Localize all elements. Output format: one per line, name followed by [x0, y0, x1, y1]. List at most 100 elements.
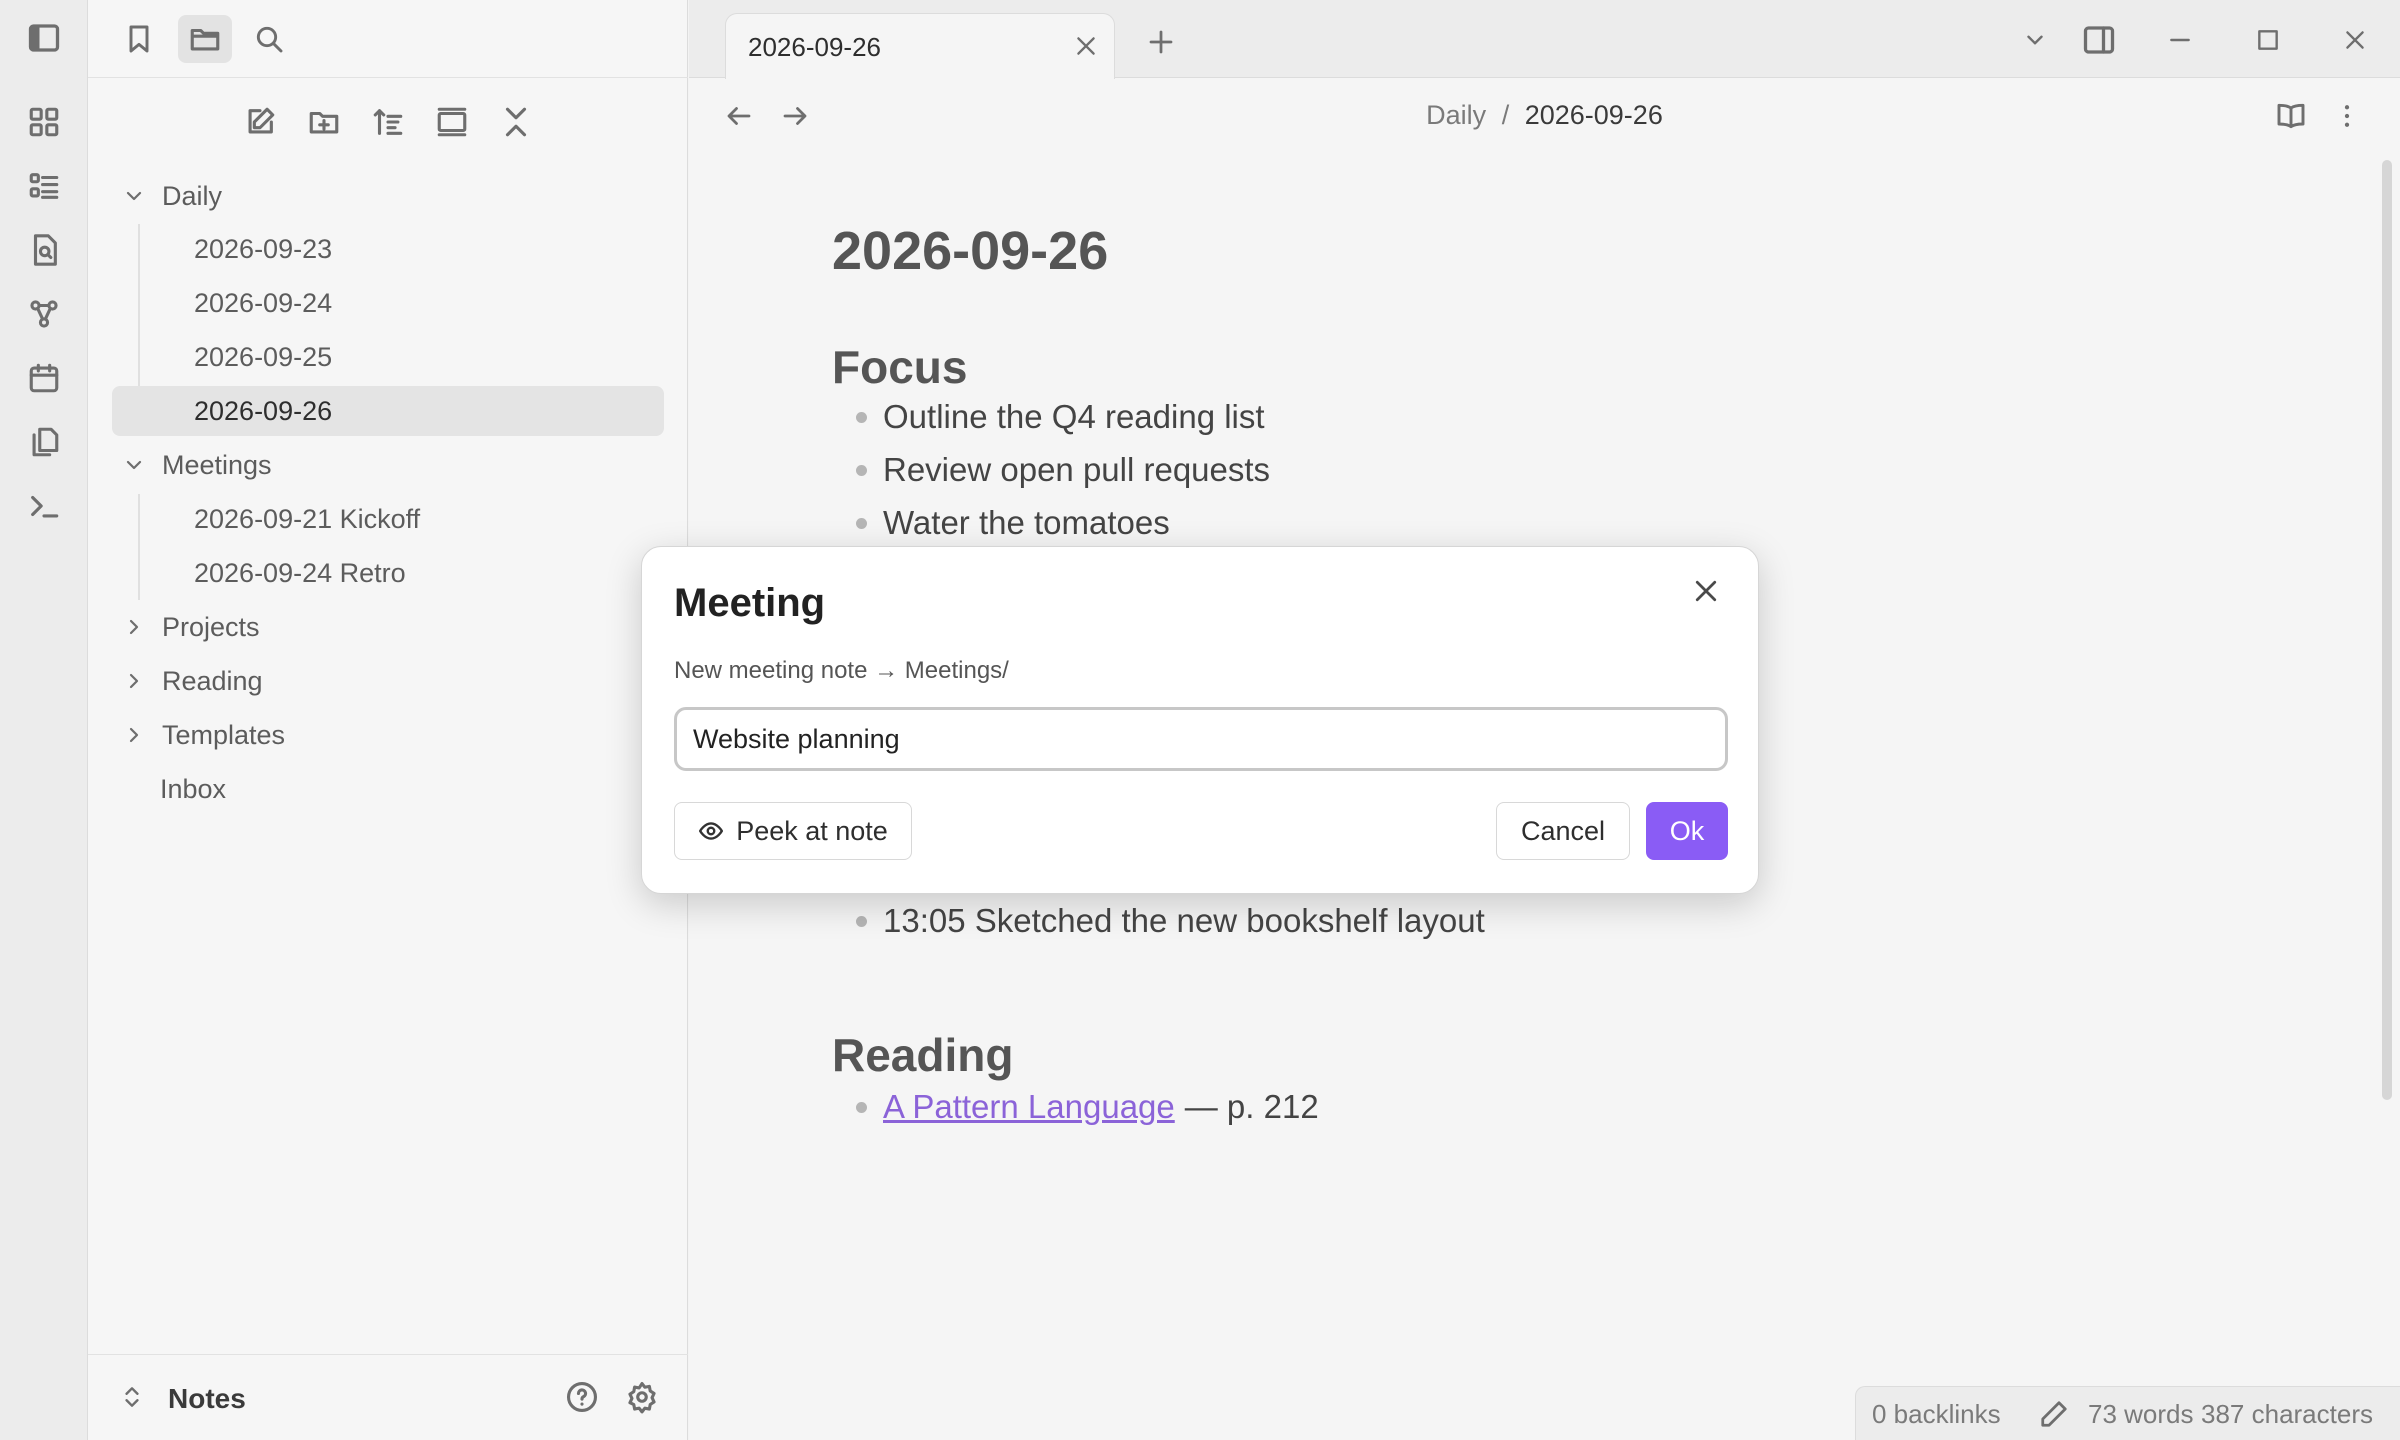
heading-focus: Focus	[832, 341, 968, 393]
edit-pencil-icon[interactable]	[2039, 1399, 2069, 1429]
chevron-right-icon	[114, 723, 154, 747]
outline-list-icon[interactable]	[24, 166, 64, 206]
right-sidebar-toggle-icon[interactable]	[2075, 16, 2123, 64]
modal-close-icon[interactable]	[1682, 567, 1730, 615]
collapse-all-icon[interactable]	[492, 98, 540, 146]
new-folder-icon[interactable]	[300, 98, 348, 146]
window-close-icon[interactable]	[2331, 16, 2379, 64]
bullet-icon	[856, 1101, 867, 1113]
tree-item-label: Meetings	[162, 449, 272, 480]
tree-file[interactable]: 2026-09-24 Retro	[112, 548, 664, 598]
tree-file[interactable]: 2026-09-23	[112, 224, 664, 274]
editor-scrollbar[interactable]	[2382, 160, 2392, 1100]
tab-title: 2026-09-26	[748, 32, 881, 62]
dashboard-icon[interactable]	[24, 102, 64, 142]
modal-title: Meeting	[674, 581, 826, 625]
meeting-modal: Meeting New meeting note → Meetings/ Pee…	[641, 546, 1759, 894]
tree-item-label: Daily	[162, 180, 223, 211]
sidebar-tab-header	[88, 0, 688, 78]
new-note-icon[interactable]	[236, 98, 284, 146]
sort-order-icon[interactable]	[364, 98, 412, 146]
character-count: 387 characters	[2201, 1399, 2373, 1429]
tree-folder-reading[interactable]: Reading	[112, 656, 664, 706]
breadcrumb-folder[interactable]: Daily	[1426, 100, 1486, 130]
link-suffix-text: — p. 212	[1184, 1088, 1319, 1125]
chevron-right-icon	[114, 669, 154, 693]
modal-description: New meeting note → Meetings/	[674, 657, 1009, 684]
auto-reveal-icon[interactable]	[428, 98, 476, 146]
breadcrumb-separator: /	[1501, 100, 1510, 130]
tree-item-label: 2026-09-26	[194, 395, 333, 426]
tree-item-label: Templates	[162, 719, 286, 750]
ok-button[interactable]: Ok	[1646, 802, 1728, 860]
tree-file-selected[interactable]: 2026-09-26	[112, 386, 664, 436]
file-explorer-sidebar: Daily 2026-09-23 2026-09-24 2026-09-25 2…	[88, 0, 688, 1440]
vault-switcher-bar: Notes	[88, 1354, 688, 1440]
peek-at-note-button[interactable]: Peek at note	[674, 802, 912, 860]
settings-gear-icon[interactable]	[618, 1373, 666, 1421]
cancel-button[interactable]: Cancel	[1496, 802, 1630, 860]
graph-view-icon[interactable]	[24, 294, 64, 334]
bookmark-icon[interactable]	[112, 15, 166, 63]
tree-item-label: Projects	[162, 611, 260, 642]
note-title[interactable]: 2026-09-26	[832, 220, 1108, 282]
chevron-down-icon	[114, 184, 154, 208]
tree-folder-meetings[interactable]: Meetings	[112, 440, 664, 490]
window-minimize-icon[interactable]	[2156, 16, 2204, 64]
tree-item-label: 2026-09-24 Retro	[194, 557, 406, 588]
chevron-down-icon	[114, 453, 154, 477]
vault-name[interactable]: Notes	[168, 1383, 246, 1415]
list-item: A Pattern Language — p. 212	[856, 1088, 1319, 1126]
file-search-icon[interactable]	[24, 230, 64, 270]
sidebar-toggle-icon[interactable]	[24, 18, 64, 58]
view-header: Daily / 2026-09-26	[689, 78, 2400, 154]
bullet-icon	[856, 915, 867, 927]
chevron-right-icon	[114, 615, 154, 639]
bullet-icon	[856, 464, 867, 476]
folder-icon[interactable]	[178, 15, 232, 63]
tab-list-chevron-icon[interactable]	[2011, 16, 2059, 64]
tree-folder-projects[interactable]: Projects	[112, 602, 664, 652]
terminal-icon[interactable]	[24, 486, 64, 526]
copy-pages-icon[interactable]	[24, 422, 64, 462]
vault-switch-chevrons-icon[interactable]	[108, 1373, 156, 1421]
help-icon[interactable]	[558, 1373, 606, 1421]
breadcrumb: Daily / 2026-09-26	[689, 100, 2400, 131]
peek-button-label: Peek at note	[736, 815, 888, 846]
meeting-name-input[interactable]	[674, 707, 1728, 771]
status-bar: 0 backlinks 73 words 387 characters	[1855, 1386, 2400, 1440]
tree-item-label: Inbox	[160, 773, 227, 804]
left-ribbon	[0, 0, 88, 1440]
bullet-icon	[856, 517, 867, 529]
breadcrumb-current[interactable]: 2026-09-26	[1525, 100, 1663, 130]
backlinks-count[interactable]: 0 backlinks	[1872, 1399, 2001, 1430]
eye-icon	[698, 818, 724, 844]
new-tab-plus-icon[interactable]	[1137, 18, 1185, 66]
window-maximize-icon[interactable]	[2244, 16, 2292, 64]
list-item: Outline the Q4 reading list	[856, 398, 1265, 436]
bullet-icon	[856, 411, 867, 423]
search-icon[interactable]	[242, 15, 296, 63]
tab-active[interactable]: 2026-09-26	[725, 13, 1115, 79]
tree-file[interactable]: 2026-09-24	[112, 278, 664, 328]
tree-file-inbox[interactable]: Inbox	[112, 764, 664, 814]
tree-file[interactable]: 2026-09-21 Kickoff	[112, 494, 664, 544]
tree-folder-daily[interactable]: Daily	[112, 171, 664, 221]
more-options-icon[interactable]	[2323, 92, 2371, 140]
tree-item-label: 2026-09-23	[194, 233, 333, 264]
tree-item-label: Reading	[162, 665, 263, 696]
reading-view-book-icon[interactable]	[2267, 92, 2315, 140]
tree-item-label: 2026-09-24	[194, 287, 333, 318]
tab-close-icon[interactable]	[1062, 22, 1110, 70]
tree-item-label: 2026-09-21 Kickoff	[194, 503, 421, 534]
list-item: Water the tomatoes	[856, 504, 1170, 542]
tree-file[interactable]: 2026-09-25	[112, 332, 664, 382]
tree-folder-templates[interactable]: Templates	[112, 710, 664, 760]
word-count: 73 words	[2088, 1399, 2194, 1429]
tab-bar: 2026-09-26	[689, 0, 2400, 79]
internal-link[interactable]: A Pattern Language	[883, 1088, 1175, 1126]
heading-reading: Reading	[832, 1029, 1014, 1081]
tree-item-label: 2026-09-25	[194, 341, 333, 372]
list-item: 13:05 Sketched the new bookshelf layout	[856, 902, 1485, 940]
calendar-icon[interactable]	[24, 358, 64, 398]
